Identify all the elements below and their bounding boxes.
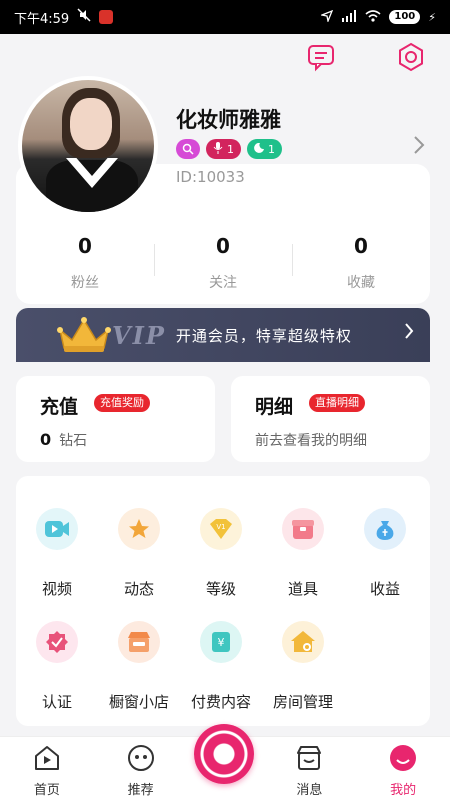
- anchor-level-value: 1: [227, 142, 234, 156]
- me-icon: [390, 745, 417, 771]
- signal-icon: [341, 9, 357, 25]
- status-time: 下午4:59: [14, 11, 70, 27]
- grid-item-props[interactable]: 道具: [262, 508, 344, 599]
- user-level-value: 1: [268, 142, 275, 156]
- grid-label: 认证: [41, 693, 72, 711]
- stat-fans[interactable]: 0 粉丝: [16, 234, 154, 292]
- grid-item-earnings[interactable]: 收益: [344, 508, 426, 599]
- nav-me[interactable]: 我的: [356, 737, 450, 800]
- mic-icon: [213, 141, 223, 157]
- profile-detail-chevron-icon[interactable]: [412, 134, 426, 162]
- message-icon: [297, 746, 322, 770]
- svg-text:¥: ¥: [218, 636, 225, 649]
- moon-icon: [254, 142, 264, 156]
- shop-icon: [118, 621, 160, 663]
- nav-home[interactable]: 首页: [0, 737, 94, 800]
- recommend-icon: [127, 745, 154, 771]
- paid-content-icon: ¥: [200, 621, 242, 663]
- app-notification-icon: [99, 10, 114, 24]
- mute-icon: [77, 8, 91, 26]
- money-bag-icon: [364, 508, 406, 550]
- nav-label: 首页: [33, 783, 60, 798]
- nav-label: 消息: [296, 783, 323, 798]
- wifi-icon: [365, 9, 381, 25]
- stat-following[interactable]: 0 关注: [154, 234, 292, 292]
- star-icon: [118, 508, 160, 550]
- message-list-icon[interactable]: [304, 40, 338, 74]
- video-icon: [36, 508, 78, 550]
- verified-icon: [36, 621, 78, 663]
- profile-name: 化妆师雅雅: [176, 108, 281, 132]
- grid-item-video[interactable]: 视频: [16, 508, 98, 599]
- status-bar: 下午4:59 100 ⚡: [0, 0, 450, 34]
- stat-favorites[interactable]: 0 收藏: [292, 234, 430, 292]
- grid-label: 橱窗小店: [108, 693, 169, 711]
- recharge-card[interactable]: 充值 充值奖励 0 钻石: [16, 376, 215, 462]
- stat-value: 0: [354, 234, 368, 258]
- charging-icon: ⚡: [428, 10, 436, 24]
- top-actions: [304, 40, 428, 74]
- recharge-title: 充值: [40, 396, 79, 418]
- home-icon: [34, 746, 59, 770]
- grid-item-moments[interactable]: 动态: [98, 508, 180, 599]
- anchor-level-badge: 1: [206, 139, 241, 159]
- stat-value: 0: [216, 234, 230, 258]
- details-subtitle: 前去查看我的明细: [255, 433, 367, 449]
- crown-icon: [57, 317, 111, 352]
- stat-label: 粉丝: [71, 275, 99, 291]
- diamond-unit: 钻石: [59, 433, 88, 449]
- user-id: ID:10033: [176, 168, 245, 186]
- details-title: 明细: [255, 396, 294, 418]
- profile-badges: 1 1: [176, 139, 282, 159]
- grid-label: 房间管理: [272, 693, 333, 711]
- live-details-tag: 直播明细: [309, 394, 365, 412]
- grid-item-verify[interactable]: 认证: [16, 621, 98, 712]
- grid-item-shop[interactable]: 橱窗小店: [98, 621, 180, 712]
- grid-item-paid-content[interactable]: ¥ 付费内容: [180, 621, 262, 712]
- vip-chevron-icon: [404, 322, 414, 345]
- stat-value: 0: [78, 234, 92, 258]
- settings-icon[interactable]: [394, 40, 428, 74]
- search-badge-icon: [176, 139, 200, 159]
- grid-label: 收益: [369, 580, 400, 598]
- vip-banner[interactable]: VIP 开通会员，特享超级特权: [16, 308, 430, 362]
- grid-label: 等级: [205, 580, 236, 598]
- vip-promo-text: 开通会员，特享超级特权: [175, 326, 352, 345]
- nav-label: 推荐: [127, 783, 154, 798]
- grid-label: 视频: [41, 580, 72, 598]
- user-level-badge: 1: [247, 139, 282, 159]
- grid-item-level[interactable]: V1 等级: [180, 508, 262, 599]
- nav-label: 我的: [390, 783, 417, 798]
- feature-grid: 视频 动态 V1 等级 道具 收益 认证 橱窗小店 ¥ 付费内容 房间管理: [16, 476, 430, 726]
- level-icon: V1: [200, 508, 242, 550]
- vip-word: VIP: [112, 320, 166, 350]
- grid-label: 道具: [287, 580, 318, 598]
- recharge-reward-tag: 充值奖励: [94, 394, 150, 412]
- stats-row: 0 粉丝 0 关注 0 收藏: [16, 234, 430, 292]
- diamond-amount: 0: [40, 430, 52, 449]
- stat-label: 关注: [209, 275, 237, 291]
- battery-icon: 100: [389, 10, 421, 24]
- gift-box-icon: [282, 508, 324, 550]
- stat-label: 收藏: [347, 275, 375, 291]
- nav-recommend[interactable]: 推荐: [94, 737, 188, 800]
- room-manage-icon: [282, 621, 324, 663]
- grid-label: 付费内容: [190, 693, 251, 711]
- go-live-button[interactable]: [194, 724, 254, 784]
- location-icon: [320, 9, 334, 25]
- grid-label: 动态: [123, 580, 154, 598]
- details-card[interactable]: 明细 直播明细 前去查看我的明细: [231, 376, 430, 462]
- nav-messages[interactable]: 消息: [263, 737, 357, 800]
- avatar[interactable]: [18, 76, 158, 216]
- diamond-balance: 0 钻石: [40, 430, 87, 450]
- svg-text:V1: V1: [216, 523, 225, 531]
- grid-item-room-manage[interactable]: 房间管理: [262, 621, 344, 712]
